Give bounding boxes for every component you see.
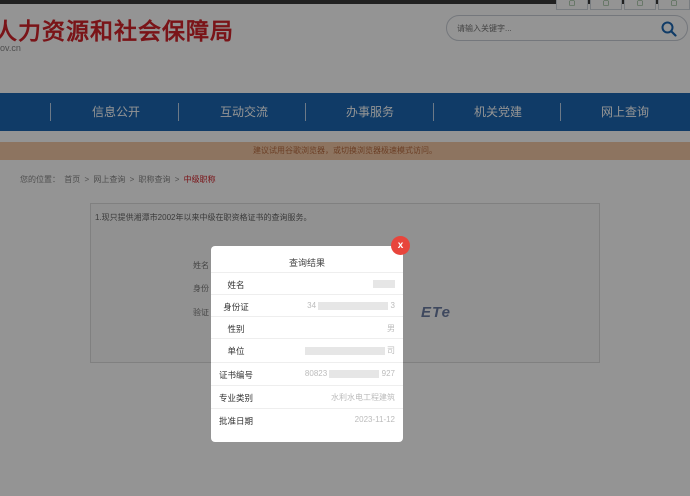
- value-prefix: 80823: [304, 369, 328, 378]
- row-label: 姓名: [227, 280, 245, 290]
- row-label: 性别: [227, 324, 245, 334]
- result-row-name: 姓名: [211, 272, 403, 294]
- row-value: 男: [387, 324, 395, 333]
- row-value: 水利水电工程建筑: [331, 393, 395, 402]
- redaction-mask: [304, 346, 385, 355]
- modal-close-button[interactable]: x: [391, 236, 410, 255]
- value-suffix: 3: [390, 301, 395, 310]
- page: ▢ ▢ ▢ ▢ 人力资源和社会保障局 ov.cn 信息公开 互动交流 办事服务 …: [0, 0, 690, 496]
- row-value: 80823 927: [305, 369, 395, 378]
- result-row-gender: 性别 男: [211, 316, 403, 338]
- row-value: 2023-11-12: [354, 415, 395, 424]
- row-value: 34 3: [307, 301, 395, 310]
- result-row-certificate-no: 证书编号 80823 927: [211, 362, 403, 384]
- row-value: 司: [304, 345, 395, 356]
- result-row-employer: 单位 司: [211, 338, 403, 360]
- row-label: 证书编号: [218, 370, 253, 380]
- row-label: 批准日期: [218, 416, 253, 426]
- value-suffix: 司: [387, 346, 395, 355]
- redaction-mask: [329, 369, 380, 378]
- redaction-mask: [373, 279, 395, 288]
- value-suffix: 927: [381, 369, 395, 378]
- result-row-specialty: 专业类别 水利水电工程建筑: [211, 385, 403, 407]
- row-label: 身份证: [223, 302, 249, 312]
- row-label: 单位: [227, 346, 245, 356]
- row-value: [373, 279, 395, 288]
- row-label: 专业类别: [218, 393, 253, 403]
- result-row-id: 身份证 34 3: [211, 294, 403, 316]
- redaction-mask: [318, 301, 389, 310]
- value-prefix: 34: [307, 301, 317, 310]
- result-row-approval-date: 批准日期 2023-11-12: [211, 408, 403, 430]
- result-modal: 查询结果 姓名 身份证 34 3 性别 男 单位 司 证书编号 80823 92…: [211, 246, 403, 442]
- modal-title: 查询结果: [288, 258, 325, 268]
